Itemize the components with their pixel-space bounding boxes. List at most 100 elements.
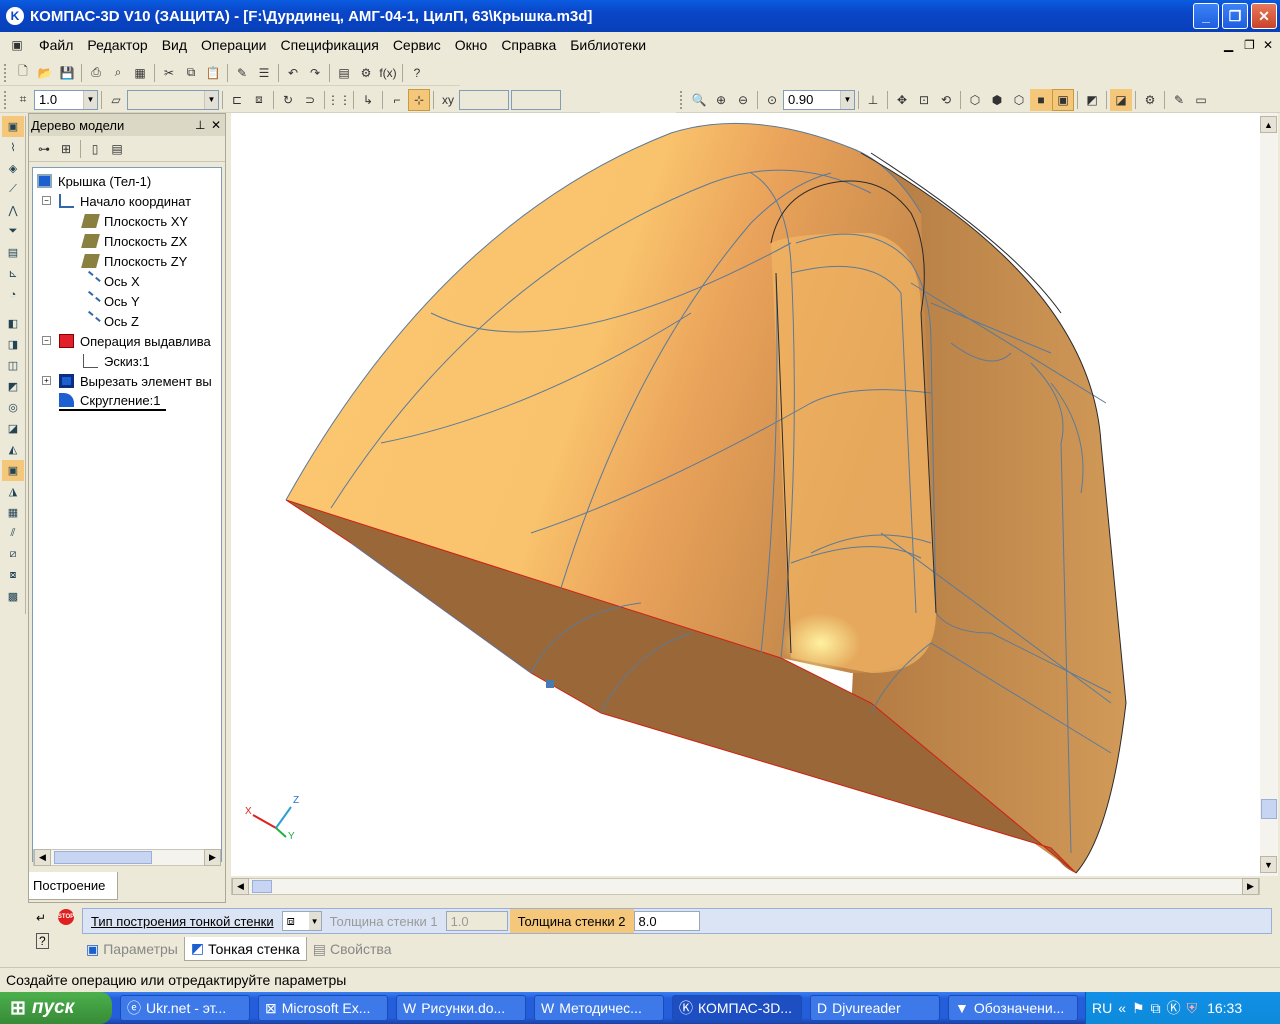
chevron-down-icon[interactable]: ▼ <box>840 90 854 109</box>
scroll-thumb[interactable] <box>252 880 272 893</box>
zoom-all-icon[interactable]: ⊡ <box>913 89 935 111</box>
panel-icon[interactable]: ▭ <box>1190 89 1212 111</box>
tree-mode-icon[interactable]: ⊞ <box>55 138 77 160</box>
measure-icon[interactable]: ⊾ <box>2 263 24 284</box>
halftone-edges-icon[interactable]: ▣ <box>1052 88 1074 111</box>
properties-icon[interactable]: ✎ <box>231 62 253 84</box>
save-icon[interactable]: 💾 <box>56 62 78 84</box>
maximize-button[interactable]: ❐ <box>1222 3 1248 29</box>
analysis-icon[interactable]: ◔ <box>2 284 24 305</box>
tab-parameters[interactable]: ▣ Параметры <box>80 937 184 961</box>
layer-icon[interactable]: ▱ <box>105 89 127 111</box>
scroll-left-icon[interactable]: ◀ <box>232 878 249 895</box>
magnet-icon[interactable]: ⊃ <box>299 89 321 111</box>
viewport-horizontal-scrollbar[interactable]: ◀ ▶ <box>231 878 1260 895</box>
mdi-close-button[interactable]: ✕ <box>1263 38 1273 52</box>
tree-node-axis-z[interactable]: Ось Z <box>80 310 139 332</box>
copy-icon[interactable]: ⧉ <box>180 62 202 84</box>
model-tools-icon[interactable]: ▣ <box>2 116 24 137</box>
loft-icon[interactable]: ◩ <box>2 376 24 397</box>
expand-icon[interactable]: + <box>42 376 51 385</box>
surfaces-icon[interactable]: ◈ <box>2 158 24 179</box>
tree-node-origin[interactable]: Начало координат <box>59 191 191 211</box>
coordinates-icon[interactable]: xy <box>437 89 459 111</box>
model-viewport[interactable]: X Z Y <box>231 113 1260 876</box>
minimize-button[interactable]: _ <box>1193 3 1219 29</box>
ortho-icon[interactable]: ⌐ <box>386 89 408 111</box>
pin-icon[interactable]: ⊥ <box>195 118 205 132</box>
menu-service[interactable]: Сервис <box>386 37 448 53</box>
tab-thin-wall[interactable]: ◩ Тонкая стенка <box>183 937 307 961</box>
task-ukrnet[interactable]: ⓔ Ukr.net - эт... <box>120 995 250 1021</box>
grid-icon[interactable]: ⋮⋮ <box>327 89 351 111</box>
build-type-select[interactable]: ⧈ ▼ <box>281 911 322 931</box>
redo-icon[interactable]: ↷ <box>304 62 326 84</box>
viewport-vertical-scrollbar[interactable]: ▲ ▼ <box>1260 113 1278 876</box>
document-icon[interactable]: ▣ <box>6 34 28 56</box>
mdi-minimize-button[interactable]: ▁ <box>1224 38 1233 52</box>
tree-structure-icon[interactable]: ⊶ <box>33 138 55 160</box>
scroll-right-icon[interactable]: ▶ <box>204 849 221 866</box>
open-file-icon[interactable]: 📂 <box>34 62 56 84</box>
start-button[interactable]: ⊞ пуск <box>0 992 112 1024</box>
zoom-in-icon[interactable]: ⊕ <box>710 89 732 111</box>
scroll-right-icon[interactable]: ▶ <box>1242 878 1259 895</box>
collapse-icon[interactable]: − <box>42 336 51 345</box>
task-word-method[interactable]: W Методичес... <box>534 995 664 1021</box>
task-excel[interactable]: ⊠ Microsoft Ex... <box>258 995 388 1021</box>
tree-node-fillet[interactable]: Скругление:1 <box>59 391 167 411</box>
aux-geometry-icon[interactable]: ⟋ <box>2 179 24 200</box>
rotate-icon[interactable]: ⟲ <box>935 89 957 111</box>
menu-libraries[interactable]: Библиотеки <box>563 37 653 53</box>
rotate-op-icon[interactable]: ◨ <box>2 334 24 355</box>
snap-active-icon[interactable]: ⊹ <box>408 88 430 111</box>
manager-icon[interactable]: ▤ <box>333 62 355 84</box>
menu-operations[interactable]: Операции <box>194 37 274 53</box>
scroll-down-icon[interactable]: ▼ <box>1260 856 1277 873</box>
layer-combo[interactable]: ▼ <box>127 89 219 110</box>
mdi-restore-button[interactable]: ❐ <box>1244 38 1255 52</box>
paste-icon[interactable]: 📋 <box>202 62 224 84</box>
enter-icon[interactable]: ↵ <box>36 911 46 925</box>
tree-node-plane-zy[interactable]: Плоскость ZY <box>81 251 187 271</box>
boolean-icon[interactable]: ⧇ <box>2 565 24 586</box>
print-preview-icon[interactable]: ⌕ <box>107 62 129 84</box>
tree-node-cut[interactable]: Вырезать элемент вы <box>59 371 212 391</box>
close-icon[interactable]: ✕ <box>211 118 221 132</box>
scroll-up-icon[interactable]: ▲ <box>1260 116 1277 133</box>
zoom-scale-icon[interactable]: ⊙ <box>761 89 783 111</box>
sketch-icon[interactable]: ⊏ <box>226 89 248 111</box>
tab-construction[interactable]: Построение <box>28 872 118 900</box>
menu-specification[interactable]: Спецификация <box>274 37 386 53</box>
library-icon[interactable]: ⚙ <box>355 62 377 84</box>
tree-node-axis-y[interactable]: Ось Y <box>80 290 140 312</box>
coord-x-field[interactable] <box>459 89 509 110</box>
step-cursor-icon[interactable]: ⌗ <box>12 89 34 111</box>
tray-kompas-icon[interactable]: Ⓚ <box>1167 998 1181 1018</box>
thickness2-field[interactable]: 8.0 <box>633 911 700 931</box>
cut-icon[interactable]: ✂ <box>158 62 180 84</box>
chevron-down-icon[interactable]: ▼ <box>204 90 218 109</box>
orient-icon[interactable]: ⧈ <box>248 89 270 111</box>
halftone-icon[interactable]: ■ <box>1030 88 1052 111</box>
antivirus-icon[interactable]: ⛨ <box>1187 1000 1198 1017</box>
fillet-icon[interactable]: ◪ <box>2 418 24 439</box>
menu-view[interactable]: Вид <box>155 37 194 53</box>
close-button[interactable]: ✕ <box>1251 3 1277 29</box>
thickness1-field[interactable]: 1.0 <box>445 911 508 931</box>
filter-icon[interactable]: ⏷ <box>2 221 24 242</box>
chevron-down-icon[interactable]: ▼ <box>83 90 97 109</box>
chevron-down-icon[interactable]: ▼ <box>308 912 321 930</box>
help-icon[interactable]: ? <box>36 933 49 949</box>
tree-node-extrude[interactable]: Операция выдавлива <box>59 331 211 351</box>
menu-edit[interactable]: Редактор <box>80 37 154 53</box>
component-icon[interactable]: ▩ <box>2 586 24 607</box>
chamfer-icon[interactable]: ◭ <box>2 439 24 460</box>
menu-file[interactable]: Файл <box>32 37 80 53</box>
language-indicator[interactable]: RU <box>1092 1000 1112 1016</box>
tree-node-sketch[interactable]: Эскиз:1 <box>83 351 150 371</box>
kinematic-icon[interactable]: ◫ <box>2 355 24 376</box>
zoom-frame-icon[interactable]: 🔍 <box>688 89 710 111</box>
shell-icon[interactable]: ▣ <box>2 460 24 481</box>
scroll-thumb[interactable] <box>54 851 152 864</box>
